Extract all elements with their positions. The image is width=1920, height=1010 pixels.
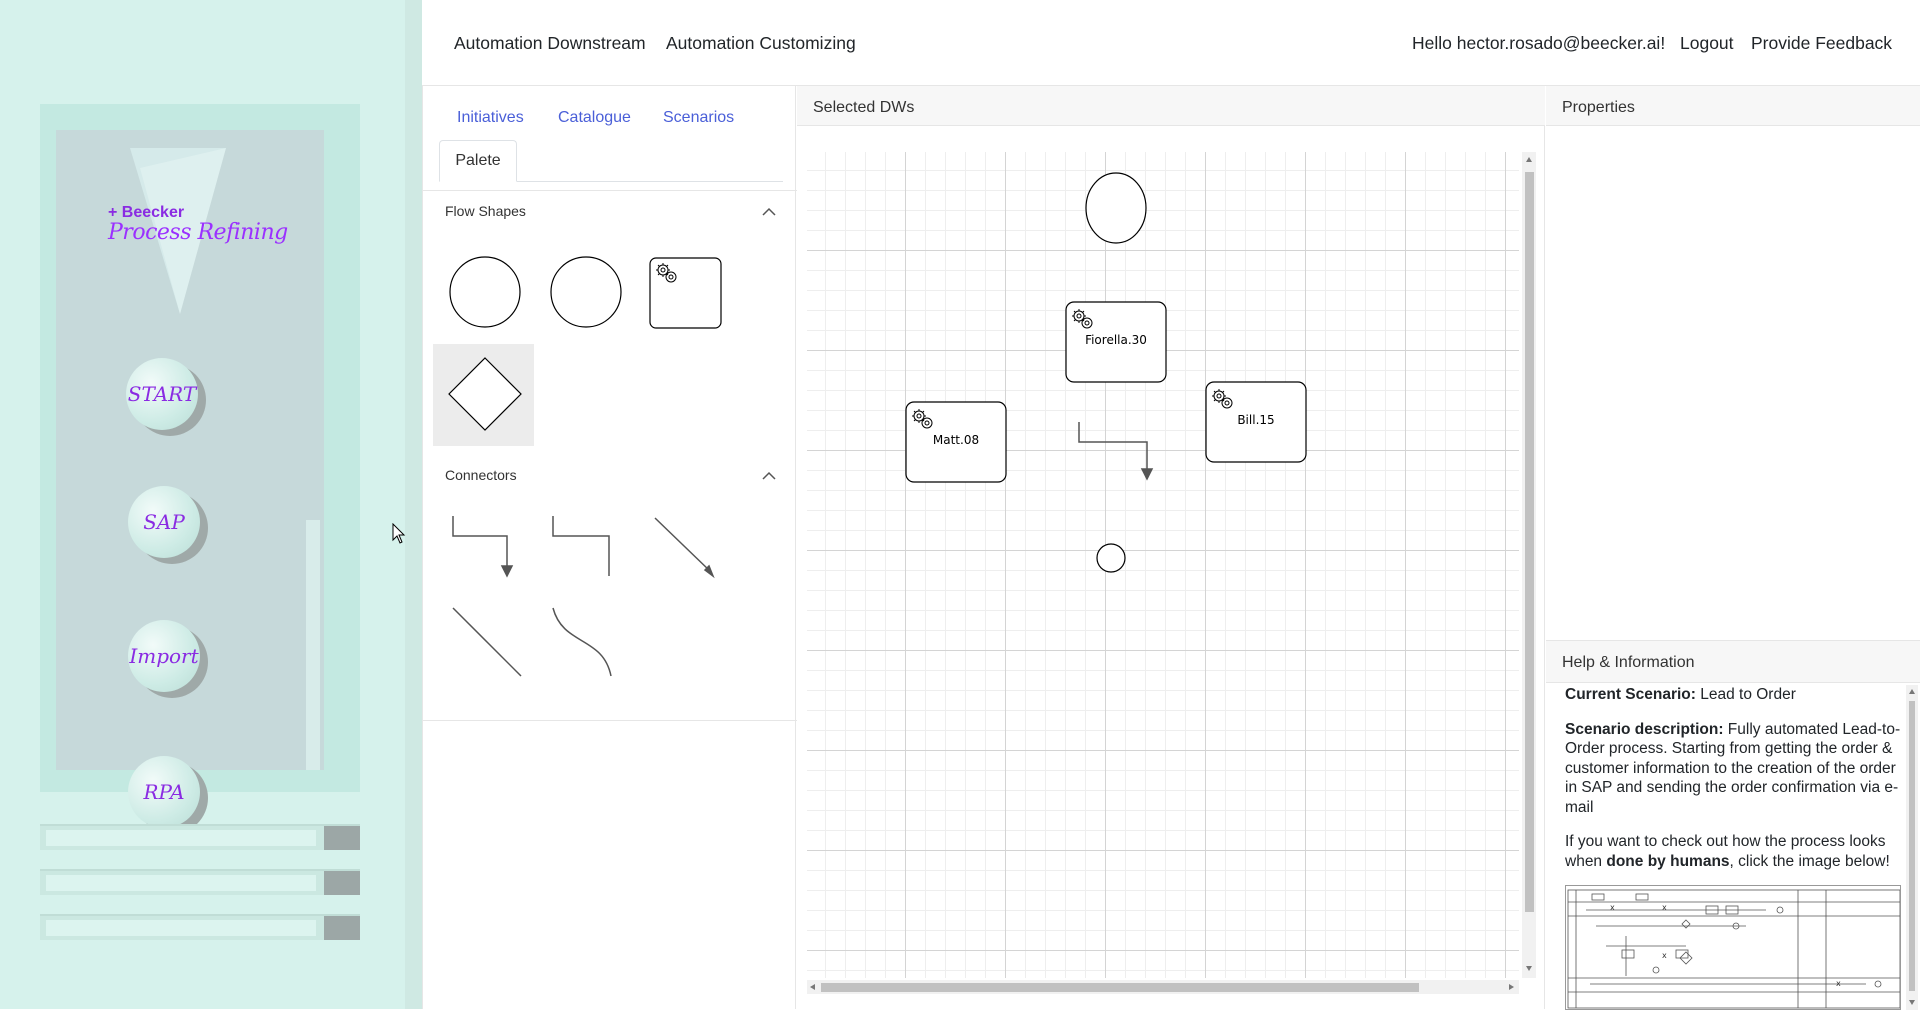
canvas-horizontal-scrollbar[interactable]	[807, 980, 1519, 994]
tab-initiatives[interactable]: Initiatives	[457, 109, 524, 127]
properties-header: Properties	[1546, 86, 1920, 126]
scroll-left-icon[interactable]	[809, 983, 817, 991]
elbow-line-connector[interactable]	[552, 516, 610, 576]
canvas-panel: Selected DWs Fiorella.30 Matt.08 Bill.15	[797, 86, 1545, 1009]
elbow-arrow-connector[interactable]	[452, 516, 514, 578]
scroll-thumb[interactable]	[821, 983, 1419, 992]
scroll-up-icon[interactable]	[1908, 688, 1916, 696]
scenario-description: Scenario description: Fully automated Le…	[1565, 720, 1901, 816]
process-diagram-thumbnail: x x x x	[1567, 889, 1900, 1009]
flow-shapes-grid	[433, 256, 722, 446]
svg-text:x: x	[1662, 903, 1667, 912]
human-process-hint: If you want to check out how the process…	[1565, 833, 1890, 870]
scroll-up-icon[interactable]	[1525, 156, 1533, 164]
mouse-cursor-icon	[392, 523, 406, 544]
scroll-right-icon[interactable]	[1507, 983, 1515, 991]
start-circle-shape[interactable]	[449, 256, 521, 328]
properties-panel: Properties	[1546, 86, 1920, 640]
slider-knob[interactable]	[324, 916, 360, 940]
help-header: Help & Information	[1546, 641, 1920, 683]
sap-button[interactable]: SAP	[128, 486, 208, 564]
straight-line-connector[interactable]	[452, 607, 522, 677]
human-process-image[interactable]: x x x x	[1565, 885, 1901, 1010]
nav-automation-customizing[interactable]: Automation Customizing	[666, 33, 856, 54]
start-button-label: START	[126, 358, 198, 430]
straight-arrow-connector[interactable]	[654, 517, 715, 579]
chevron-up-icon[interactable]	[761, 206, 777, 218]
diagram-canvas[interactable]: Fiorella.30 Matt.08 Bill.15	[807, 152, 1519, 978]
svg-text:x: x	[1662, 951, 1667, 960]
properties-title: Properties	[1562, 99, 1635, 116]
svg-text:x: x	[1610, 903, 1615, 912]
service-task-shape[interactable]	[649, 257, 722, 329]
current-scenario: Current Scenario: Lead to Order	[1565, 686, 1796, 703]
diagram-start-circle[interactable]	[1085, 172, 1147, 244]
nav-automation-downstream[interactable]: Automation Downstream	[454, 33, 646, 54]
slider-knob[interactable]	[324, 871, 360, 895]
palette-separator	[423, 190, 797, 191]
end-circle-shape[interactable]	[550, 256, 622, 328]
logo-title: Process Refining	[108, 220, 288, 245]
sidebar-slider-2[interactable]	[40, 869, 360, 895]
sidebar-panel-shadow	[306, 520, 320, 770]
diagram-elbow-connector[interactable]	[1078, 422, 1154, 481]
scroll-down-icon[interactable]	[1908, 998, 1916, 1006]
tab-palete[interactable]: Palete	[439, 140, 517, 182]
import-button[interactable]: Import	[128, 620, 208, 698]
diagram-end-circle[interactable]	[1096, 543, 1126, 573]
bezier-curve-connector[interactable]	[552, 607, 612, 677]
sidebar-slider-1[interactable]	[40, 824, 360, 850]
feedback-link[interactable]: Provide Feedback	[1751, 33, 1892, 54]
chevron-up-icon[interactable]	[761, 470, 777, 482]
scroll-thumb[interactable]	[1909, 701, 1915, 991]
task-label: Matt.08	[933, 433, 979, 447]
diagram-task-fiorella[interactable]: Fiorella.30	[1065, 301, 1167, 383]
rpa-button-label: RPA	[128, 756, 200, 828]
sidebar: + Beecker Process Refining START SAP Imp…	[0, 0, 422, 1009]
logout-link[interactable]: Logout	[1680, 33, 1734, 54]
scroll-thumb[interactable]	[1525, 172, 1534, 912]
sidebar-edge	[405, 0, 422, 1009]
canvas-title: Selected DWs	[813, 99, 915, 116]
section-flow-shapes[interactable]: Flow Shapes	[445, 203, 526, 219]
task-label: Bill.15	[1237, 413, 1274, 427]
section-connectors[interactable]: Connectors	[445, 467, 517, 483]
canvas-vertical-scrollbar[interactable]	[1522, 152, 1536, 978]
tab-catalogue[interactable]: Catalogue	[558, 109, 631, 127]
help-panel: Help & Information Current Scenario: Lea…	[1546, 640, 1920, 1010]
slider-knob[interactable]	[324, 826, 360, 850]
diagram-svg: Fiorella.30 Matt.08 Bill.15	[905, 172, 1307, 573]
connectors-grid	[452, 516, 715, 677]
sap-button-label: SAP	[128, 486, 200, 558]
help-body: Current Scenario: Lead to Order Scenario…	[1565, 685, 1901, 886]
scroll-down-icon[interactable]	[1525, 964, 1533, 972]
palette-panel: Initiatives Catalogue Scenarios Palete F…	[422, 86, 797, 1009]
top-nav: Automation Downstream Automation Customi…	[422, 0, 1920, 86]
tab-scenarios[interactable]: Scenarios	[663, 109, 734, 127]
canvas-header: Selected DWs	[797, 86, 1545, 126]
task-label: Fiorella.30	[1085, 333, 1147, 347]
help-title: Help & Information	[1562, 654, 1695, 671]
rpa-button[interactable]: RPA	[128, 756, 208, 834]
diagram-task-bill[interactable]: Bill.15	[1205, 381, 1307, 463]
import-button-label: Import	[128, 620, 200, 692]
help-scrollbar[interactable]	[1906, 685, 1918, 1010]
svg-text:x: x	[1836, 979, 1841, 988]
palette-bottom-divider	[423, 720, 797, 721]
start-button[interactable]: START	[126, 358, 206, 436]
diagram-task-matt[interactable]: Matt.08	[905, 401, 1007, 483]
sidebar-slider-3[interactable]	[40, 914, 360, 940]
user-greeting: Hello hector.rosado@beecker.ai!	[1412, 33, 1666, 53]
